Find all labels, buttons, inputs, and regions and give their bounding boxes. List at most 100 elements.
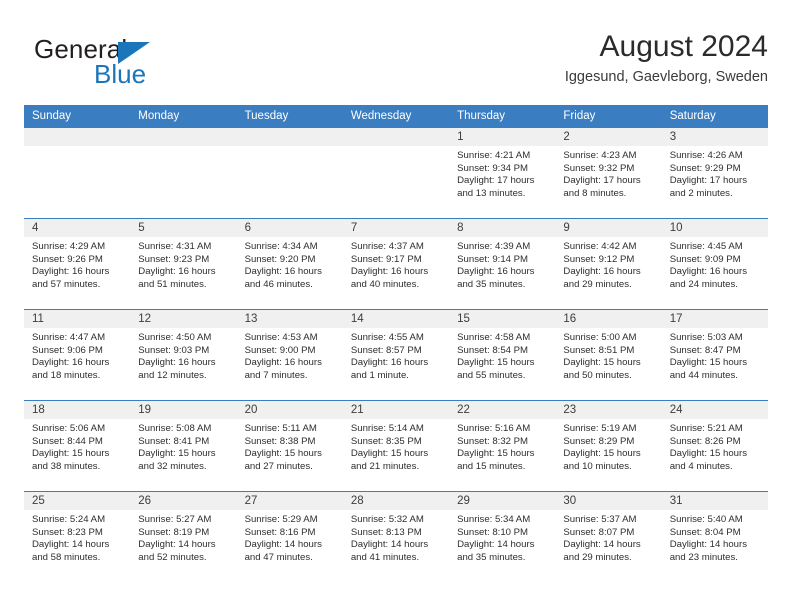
sunset-line: Sunset: 8:41 PM: [138, 435, 210, 447]
calendar-day-cell[interactable]: 17 Sunrise: 5:03 AM Sunset: 8:47 PM Dayligh…: [661, 309, 768, 401]
calendar-day-cell[interactable]: 12 Sunrise: 4:50 AM Sunset: 9:03 PM Dayligh…: [130, 309, 237, 401]
daylight-line-cont: and 51 minutes.: [138, 278, 207, 290]
calendar-day-cell[interactable]: 2 Sunrise: 4:23 AM Sunset: 9:32 PM Daylight…: [555, 127, 662, 219]
sunrise-line: Sunrise: 5:11 AM: [244, 423, 317, 434]
general-blue-logo[interactable]: General Blue: [34, 34, 254, 90]
sunrise-line: Sunrise: 4:53 AM: [244, 332, 318, 343]
calendar-day-cell[interactable]: 21 Sunrise: 5:14 AM Sunset: 8:35 PM Dayligh…: [342, 400, 450, 492]
page-header: General Blue August 2024 Iggesund, Gaevl…: [24, 28, 768, 98]
sunrise-line: Sunrise: 5:37 AM: [563, 514, 637, 525]
calendar-day-cell[interactable]: 5 Sunrise: 4:31 AM Sunset: 9:23 PM Daylight…: [130, 218, 237, 310]
day-cell-inner: 23 Sunrise: 5:19 AM Sunset: 8:29 PM Dayligh…: [555, 401, 662, 491]
calendar-day-cell[interactable]: 15 Sunrise: 4:58 AM Sunset: 8:54 PM Dayligh…: [449, 309, 556, 401]
day-details: Sunrise: 4:55 AM Sunset: 8:57 PM Daylight:…: [343, 328, 449, 382]
daylight-line: Daylight: 16 hours: [563, 266, 641, 278]
calendar-day-cell[interactable]: 20 Sunrise: 5:11 AM Sunset: 8:38 PM Dayligh…: [236, 400, 343, 492]
day-number: 25: [24, 492, 131, 510]
day-details: [237, 146, 343, 150]
day-details: Sunrise: 4:29 AM Sunset: 9:26 PM Daylight:…: [24, 237, 130, 291]
day-number: 20: [236, 401, 343, 419]
calendar-day-cell[interactable]: 29 Sunrise: 5:34 AM Sunset: 8:10 PM Dayligh…: [449, 491, 556, 582]
calendar-day-cell[interactable]: 24 Sunrise: 5:21 AM Sunset: 8:26 PM Dayligh…: [661, 400, 768, 492]
daylight-line: Daylight: 16 hours: [669, 266, 748, 278]
calendar-day-cell[interactable]: 9 Sunrise: 4:42 AM Sunset: 9:12 PM Daylight…: [555, 218, 662, 310]
day-number: 26: [130, 492, 237, 510]
calendar-day-cell[interactable]: 19 Sunrise: 5:08 AM Sunset: 8:41 PM Dayligh…: [130, 400, 237, 492]
daylight-line: Daylight: 14 hours: [244, 539, 322, 551]
calendar-day-cell[interactable]: 7 Sunrise: 4:37 AM Sunset: 9:17 PM Daylight…: [342, 218, 450, 310]
day-number: 27: [236, 492, 343, 510]
day-cell-inner: [130, 128, 237, 218]
sunset-line: Sunset: 9:29 PM: [669, 162, 741, 174]
calendar-cell-empty: [342, 127, 450, 219]
day-cell-inner: 22 Sunrise: 5:16 AM Sunset: 8:32 PM Dayligh…: [449, 401, 556, 491]
day-number: 5: [130, 219, 237, 237]
daylight-line-cont: and 10 minutes.: [563, 460, 632, 472]
day-number: 6: [236, 219, 343, 237]
calendar-day-cell[interactable]: 11 Sunrise: 4:47 AM Sunset: 9:06 PM Dayligh…: [24, 309, 131, 401]
day-details: Sunrise: 4:53 AM Sunset: 9:00 PM Daylight:…: [237, 328, 343, 382]
day-number: 9: [555, 219, 662, 237]
daylight-line: Daylight: 16 hours: [244, 357, 322, 369]
daylight-line-cont: and 13 minutes.: [457, 187, 526, 199]
daylight-line-cont: and 24 minutes.: [669, 278, 738, 290]
day-number: 24: [661, 401, 768, 419]
calendar-day-cell[interactable]: 10 Sunrise: 4:45 AM Sunset: 9:09 PM Dayligh…: [661, 218, 768, 310]
calendar-day-cell[interactable]: 26 Sunrise: 5:27 AM Sunset: 8:19 PM Dayligh…: [130, 491, 237, 582]
calendar-day-cell[interactable]: 16 Sunrise: 5:00 AM Sunset: 8:51 PM Dayligh…: [555, 309, 662, 401]
sunset-line: Sunset: 9:26 PM: [32, 253, 103, 265]
daylight-line: Daylight: 14 hours: [138, 539, 216, 551]
day-number: 18: [24, 401, 131, 419]
sunset-line: Sunset: 8:47 PM: [669, 344, 741, 356]
calendar-day-cell[interactable]: 23 Sunrise: 5:19 AM Sunset: 8:29 PM Dayligh…: [555, 400, 662, 492]
calendar-day-cell[interactable]: 4 Sunrise: 4:29 AM Sunset: 9:26 PM Daylight…: [24, 218, 131, 310]
day-details: [24, 146, 130, 150]
daylight-line: Daylight: 15 hours: [563, 357, 641, 369]
day-details: Sunrise: 5:00 AM Sunset: 8:51 PM Daylight:…: [555, 328, 661, 382]
calendar-day-cell[interactable]: 27 Sunrise: 5:29 AM Sunset: 8:16 PM Dayligh…: [236, 491, 343, 582]
daylight-line: Daylight: 17 hours: [457, 175, 535, 187]
sunset-line: Sunset: 8:44 PM: [32, 435, 103, 447]
sunrise-line: Sunrise: 4:45 AM: [669, 241, 743, 252]
day-details: Sunrise: 5:24 AM Sunset: 8:23 PM Daylight:…: [24, 510, 130, 564]
daylight-line-cont: and 21 minutes.: [350, 460, 420, 472]
daylight-line-cont: and 35 minutes.: [457, 278, 526, 290]
sunset-line: Sunset: 9:09 PM: [669, 253, 741, 265]
daylight-line-cont: and 40 minutes.: [350, 278, 420, 290]
calendar-body: 1 Sunrise: 4:21 AM Sunset: 9:34 PM Daylight…: [24, 127, 768, 582]
sunrise-line: Sunrise: 4:26 AM: [669, 150, 743, 161]
day-details: Sunrise: 4:47 AM Sunset: 9:06 PM Daylight:…: [24, 328, 130, 382]
calendar-day-cell[interactable]: 13 Sunrise: 4:53 AM Sunset: 9:00 PM Dayligh…: [236, 309, 343, 401]
sunrise-line: Sunrise: 4:37 AM: [350, 241, 424, 252]
daylight-line: Daylight: 15 hours: [563, 448, 641, 460]
day-details: Sunrise: 5:19 AM Sunset: 8:29 PM Daylight:…: [555, 419, 661, 473]
calendar-day-cell[interactable]: 30 Sunrise: 5:37 AM Sunset: 8:07 PM Dayligh…: [555, 491, 662, 582]
day-cell-inner: 16 Sunrise: 5:00 AM Sunset: 8:51 PM Dayligh…: [555, 310, 662, 400]
day-number: 16: [555, 310, 662, 328]
calendar-day-cell[interactable]: 8 Sunrise: 4:39 AM Sunset: 9:14 PM Daylight…: [449, 218, 556, 310]
daylight-line-cont: and 23 minutes.: [669, 551, 738, 563]
sunrise-line: Sunrise: 5:24 AM: [32, 514, 106, 525]
calendar-day-cell[interactable]: 31 Sunrise: 5:40 AM Sunset: 8:04 PM Dayligh…: [661, 491, 768, 582]
day-cell-inner: 29 Sunrise: 5:34 AM Sunset: 8:10 PM Dayligh…: [449, 492, 556, 582]
calendar-day-cell[interactable]: 22 Sunrise: 5:16 AM Sunset: 8:32 PM Dayligh…: [449, 400, 556, 492]
daylight-line: Daylight: 15 hours: [669, 357, 748, 369]
day-number: [236, 128, 343, 146]
sunset-line: Sunset: 9:03 PM: [138, 344, 210, 356]
calendar-day-cell[interactable]: 18 Sunrise: 5:06 AM Sunset: 8:44 PM Dayligh…: [24, 400, 131, 492]
sunrise-line: Sunrise: 4:31 AM: [138, 241, 212, 252]
calendar-day-cell[interactable]: 1 Sunrise: 4:21 AM Sunset: 9:34 PM Daylight…: [449, 127, 556, 219]
daylight-line-cont: and 35 minutes.: [457, 551, 526, 563]
sunrise-line: Sunrise: 4:42 AM: [563, 241, 637, 252]
calendar-day-cell[interactable]: 28 Sunrise: 5:32 AM Sunset: 8:13 PM Dayligh…: [342, 491, 450, 582]
day-details: [343, 146, 449, 150]
daylight-line: Daylight: 16 hours: [32, 357, 110, 369]
sunrise-line: Sunrise: 5:27 AM: [138, 514, 212, 525]
calendar-day-cell[interactable]: 3 Sunrise: 4:26 AM Sunset: 9:29 PM Daylight…: [661, 127, 768, 219]
calendar-day-cell[interactable]: 6 Sunrise: 4:34 AM Sunset: 9:20 PM Daylight…: [236, 218, 343, 310]
day-number: 10: [661, 219, 768, 237]
sunrise-line: Sunrise: 5:16 AM: [457, 423, 531, 434]
calendar-day-cell[interactable]: 25 Sunrise: 5:24 AM Sunset: 8:23 PM Dayligh…: [24, 491, 131, 582]
day-number: 31: [661, 492, 768, 510]
calendar-day-cell[interactable]: 14 Sunrise: 4:55 AM Sunset: 8:57 PM Dayligh…: [342, 309, 450, 401]
